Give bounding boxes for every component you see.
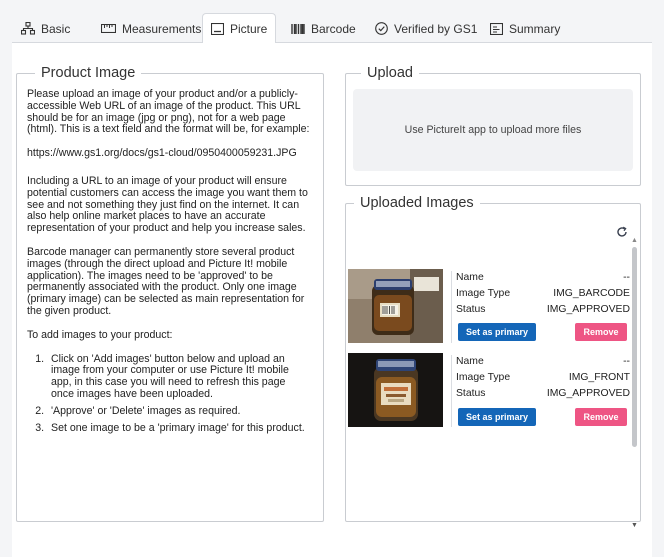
tab-basic-label: Basic xyxy=(41,21,71,36)
set-as-primary-button[interactable]: Set as primary xyxy=(458,408,536,426)
name-value: -- xyxy=(623,272,630,283)
scroll-up-icon[interactable]: ▲ xyxy=(631,237,638,244)
tab-picture[interactable]: Picture xyxy=(202,13,277,44)
upload-message: Use PictureIt app to upload more files xyxy=(404,124,582,136)
tab-measurements[interactable]: Measurements xyxy=(100,13,202,43)
product-image-legend: Product Image xyxy=(41,65,136,81)
tab-verified-by-gs1-label: Verified by GS1 xyxy=(394,21,478,36)
uploaded-images-legend: Uploaded Images xyxy=(360,195,474,211)
list-item: 'Approve' or 'Delete' images as required… xyxy=(47,405,311,418)
uploaded-images-section: Uploaded Images ▲ ▼ Name -- Image Type I… xyxy=(345,195,641,529)
upload-legend: Upload xyxy=(367,65,413,81)
scroll-down-icon[interactable]: ▼ xyxy=(631,522,638,529)
product-image-intro: Please upload an image of your product a… xyxy=(27,88,310,136)
product-image-url-benefits: Including a URL to an image of your prod… xyxy=(27,174,308,235)
status-label: Status xyxy=(456,304,486,315)
tab-summary[interactable]: Summary xyxy=(489,13,561,43)
set-as-primary-button[interactable]: Set as primary xyxy=(458,323,536,341)
uploaded-image-card: Name -- Image Type IMG_BARCODE Status IM… xyxy=(348,269,630,349)
card-divider xyxy=(451,355,452,427)
name-value: -- xyxy=(623,356,630,367)
status-label: Status xyxy=(456,388,486,399)
image-type-label: Image Type xyxy=(456,288,511,299)
name-label: Name xyxy=(456,356,484,367)
product-image-steps-heading: To add images to your product: xyxy=(27,328,173,341)
remove-button[interactable]: Remove xyxy=(575,408,627,426)
picture-icon xyxy=(211,23,224,35)
upload-dropzone[interactable]: Use PictureIt app to upload more files xyxy=(353,89,633,171)
image-type-label: Image Type xyxy=(456,372,511,383)
tab-verified-by-gs1[interactable]: Verified by GS1 xyxy=(374,13,478,43)
upload-section: Upload Use PictureIt app to upload more … xyxy=(345,65,641,186)
product-image-steps: Click on 'Add images' button below and u… xyxy=(27,353,311,435)
tab-measurements-label: Measurements xyxy=(122,21,202,36)
tab-barcode[interactable]: Barcode xyxy=(290,13,357,43)
tab-picture-label: Picture xyxy=(230,22,268,36)
product-image-section: Product Image Please upload an image of … xyxy=(16,65,324,522)
image-type-value: IMG_BARCODE xyxy=(553,288,630,299)
status-value: IMG_APPROVED xyxy=(546,304,630,315)
barcode-icon xyxy=(291,23,305,34)
product-image-storage-info: Barcode manager can permanently store se… xyxy=(27,245,305,317)
tab-summary-label: Summary xyxy=(509,21,561,36)
picture-panel: Product Image Please upload an image of … xyxy=(12,43,652,557)
product-thumbnail-barcode[interactable] xyxy=(348,269,443,343)
refresh-icon[interactable] xyxy=(616,225,628,241)
remove-button[interactable]: Remove xyxy=(575,323,627,341)
tab-bar: Basic Measurements Picture Barcode Verif… xyxy=(12,13,652,44)
check-circle-icon xyxy=(375,22,388,35)
product-thumbnail-front[interactable] xyxy=(348,353,443,427)
scroll-thumb[interactable] xyxy=(632,247,637,447)
product-image-example-url: https://www.gs1.org/docs/gs1-cloud/09504… xyxy=(27,147,297,160)
ruler-icon xyxy=(101,24,116,33)
list-item: Click on 'Add images' button below and u… xyxy=(47,353,311,401)
scrollbar[interactable]: ▲ ▼ xyxy=(631,237,638,529)
uploaded-image-card: Name -- Image Type IMG_FRONT Status IMG_… xyxy=(348,353,630,433)
sitemap-icon xyxy=(21,22,35,35)
status-value: IMG_APPROVED xyxy=(546,388,630,399)
tab-barcode-label: Barcode xyxy=(311,21,356,36)
image-type-value: IMG_FRONT xyxy=(568,372,630,383)
name-label: Name xyxy=(456,272,484,283)
list-item: Set one image to be a 'primary image' fo… xyxy=(47,422,311,435)
card-divider xyxy=(451,271,452,343)
summary-icon xyxy=(490,22,503,35)
tab-basic[interactable]: Basic xyxy=(20,13,71,43)
